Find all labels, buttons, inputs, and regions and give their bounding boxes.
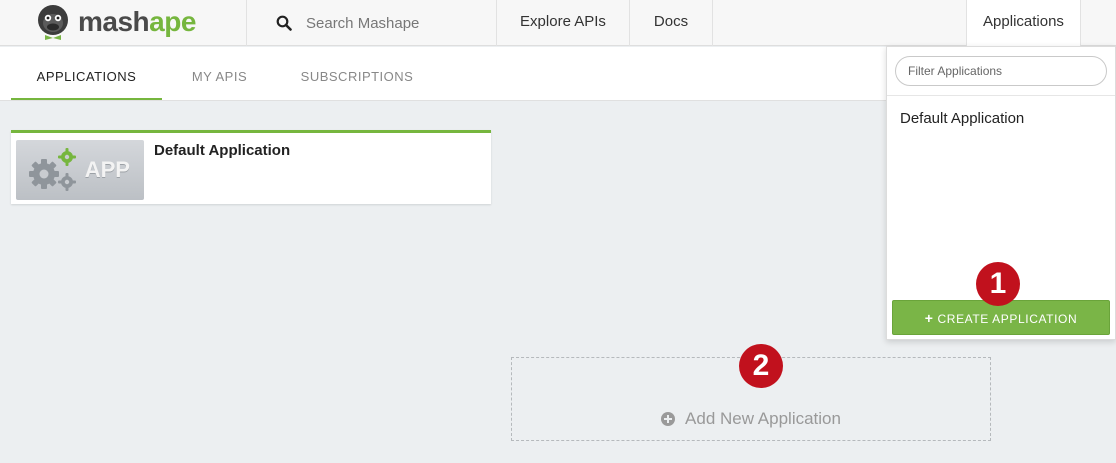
nav-docs[interactable]: Docs [630,0,712,46]
mashape-logo[interactable]: mashape [36,3,196,41]
top-navbar: mashape Explore APIs Docs Applications [0,0,1116,46]
nav-divider [712,0,713,46]
search-icon [276,15,292,31]
callout-badge-2: 2 [739,344,783,388]
logo-text-ape: ape [149,6,196,37]
app-thumb-label: APP [84,157,130,182]
nav-applications[interactable]: Applications [966,0,1081,46]
gears-icon [29,148,76,191]
nav-explore-apis[interactable]: Explore APIs [497,0,629,46]
nav-divider [246,0,247,46]
tab-applications[interactable]: APPLICATIONS [11,47,162,100]
application-card[interactable]: APP Default Application [11,130,491,204]
search-bar[interactable] [276,0,486,46]
plus-circle-icon [661,412,676,426]
create-application-label: CREATE APPLICATION [937,312,1078,326]
tab-subscriptions[interactable]: SUBSCRIPTIONS [282,47,432,100]
app-thumbnail: APP [16,140,144,200]
add-new-application-label: Add New Application [685,409,841,428]
plus-icon: + [924,310,934,326]
logo-text-mash: mash [78,6,150,37]
search-input[interactable] [306,14,486,32]
gorilla-logo-icon [38,5,68,40]
filter-applications-input[interactable] [895,56,1107,86]
callout-badge-1: 1 [976,262,1020,306]
application-name[interactable]: Default Application [154,142,290,159]
dropdown-item-default-application[interactable]: Default Application [900,110,1024,127]
tab-my-apis[interactable]: MY APIS [162,47,277,100]
